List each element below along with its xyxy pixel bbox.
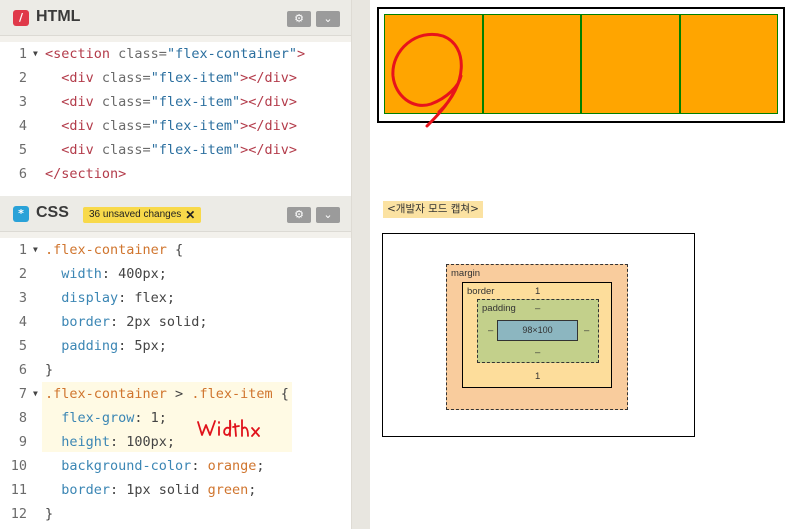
flex-item	[482, 14, 581, 114]
box-model-content: 98×100	[497, 320, 578, 341]
close-icon[interactable]: ✕	[185, 207, 195, 223]
css-panel-title: CSS	[36, 204, 69, 221]
code-text: width: 400px;	[45, 266, 167, 282]
capture-label: <개발자 모드 캡쳐>	[383, 201, 483, 218]
code-text: <div class="flex-item"></div>	[61, 70, 297, 86]
line-number: 3	[18, 290, 27, 306]
code-text: <div class="flex-item"></div>	[61, 142, 297, 158]
css-code-editor[interactable]: 1 ▼ .flex-container { 2 width: 400px; 3 disp…	[0, 238, 351, 529]
line-number: 1	[18, 46, 27, 62]
fold-arrow-icon[interactable]: ▼	[33, 42, 38, 66]
line-number: 5	[18, 338, 27, 354]
code-text: height: 100px;	[45, 434, 176, 450]
line-number: 12	[10, 506, 27, 522]
line-number: 2	[18, 70, 27, 86]
line-number: 6	[18, 166, 27, 182]
code-text: border: 1px solid green;	[45, 482, 257, 498]
line-number: 2	[18, 266, 27, 282]
padding-bottom-value: –	[535, 347, 541, 358]
code-text: }	[45, 506, 54, 522]
margin-label: margin	[451, 268, 481, 279]
panel-divider[interactable]	[351, 0, 370, 529]
code-text: </section>	[45, 166, 127, 182]
chevron-down-icon: ⌄	[323, 208, 333, 221]
html-settings-button[interactable]: ⚙	[287, 11, 311, 27]
code-text: .flex-container {	[45, 242, 184, 258]
code-text: .flex-container > .flex-item {	[45, 386, 289, 402]
flex-item	[679, 14, 778, 114]
html-panel-header: / HTML ⚙ ⌄	[0, 0, 351, 36]
line-number: 7	[18, 386, 27, 402]
code-text: <div class="flex-item"></div>	[61, 118, 297, 134]
fold-arrow-icon[interactable]: ▼	[33, 382, 38, 406]
line-number: 9	[18, 434, 27, 450]
flex-item	[581, 14, 680, 114]
line-number: 3	[18, 94, 27, 110]
handwritten-annotation	[197, 419, 260, 437]
padding-top-value: –	[535, 303, 541, 314]
box-model-padding: padding – – – – 98×100	[477, 299, 599, 363]
css-collapse-button[interactable]: ⌄	[316, 207, 340, 223]
code-text: background-color: orange;	[45, 458, 265, 474]
line-number: 1	[18, 242, 27, 258]
code-text: flex-grow: 1;	[45, 410, 167, 426]
box-model-diagram: – – – – margin 1 1 border 1 1 padding – …	[382, 233, 695, 437]
html-panel-title: HTML	[36, 8, 81, 25]
unsaved-changes-label: 36 unsaved changes	[89, 209, 182, 220]
line-number: 10	[10, 458, 27, 474]
gear-icon: ⚙	[294, 12, 304, 25]
line-number: 4	[18, 314, 27, 330]
line-number: 4	[18, 118, 27, 134]
line-number: 6	[18, 362, 27, 378]
line-number: 5	[18, 142, 27, 158]
box-model-border: border 1 1 padding – – – – 98×100	[462, 282, 612, 388]
padding-label: padding	[482, 303, 516, 314]
border-bottom-value: 1	[535, 371, 541, 382]
css-badge-icon: *	[13, 206, 29, 222]
fold-arrow-icon[interactable]: ▼	[33, 238, 38, 262]
code-text: padding: 5px;	[45, 338, 167, 354]
gear-icon: ⚙	[294, 208, 304, 221]
css-settings-button[interactable]: ⚙	[287, 207, 311, 223]
padding-left-value: –	[488, 325, 494, 336]
unsaved-changes-badge[interactable]: 36 unsaved changes ✕	[83, 207, 202, 223]
chevron-down-icon: ⌄	[323, 12, 333, 25]
line-number: 11	[10, 482, 27, 498]
code-text: display: flex;	[45, 290, 176, 306]
code-text: <section class="flex-container">	[45, 46, 306, 62]
code-text: }	[45, 362, 54, 378]
code-text: border: 2px solid;	[45, 314, 208, 330]
html-collapse-button[interactable]: ⌄	[316, 11, 340, 27]
code-text: <div class="flex-item"></div>	[61, 94, 297, 110]
html-badge-icon: /	[13, 10, 29, 26]
border-top-value: 1	[535, 286, 541, 297]
html-code-editor[interactable]: 1 ▼ <section class="flex-container"> 2 <div…	[0, 42, 351, 196]
box-model-margin: margin 1 1 border 1 1 padding – – – – 98…	[446, 264, 628, 410]
border-label: border	[467, 286, 495, 297]
line-number: 8	[18, 410, 27, 426]
handwritten-scribble	[391, 32, 463, 128]
padding-right-value: –	[584, 325, 590, 336]
